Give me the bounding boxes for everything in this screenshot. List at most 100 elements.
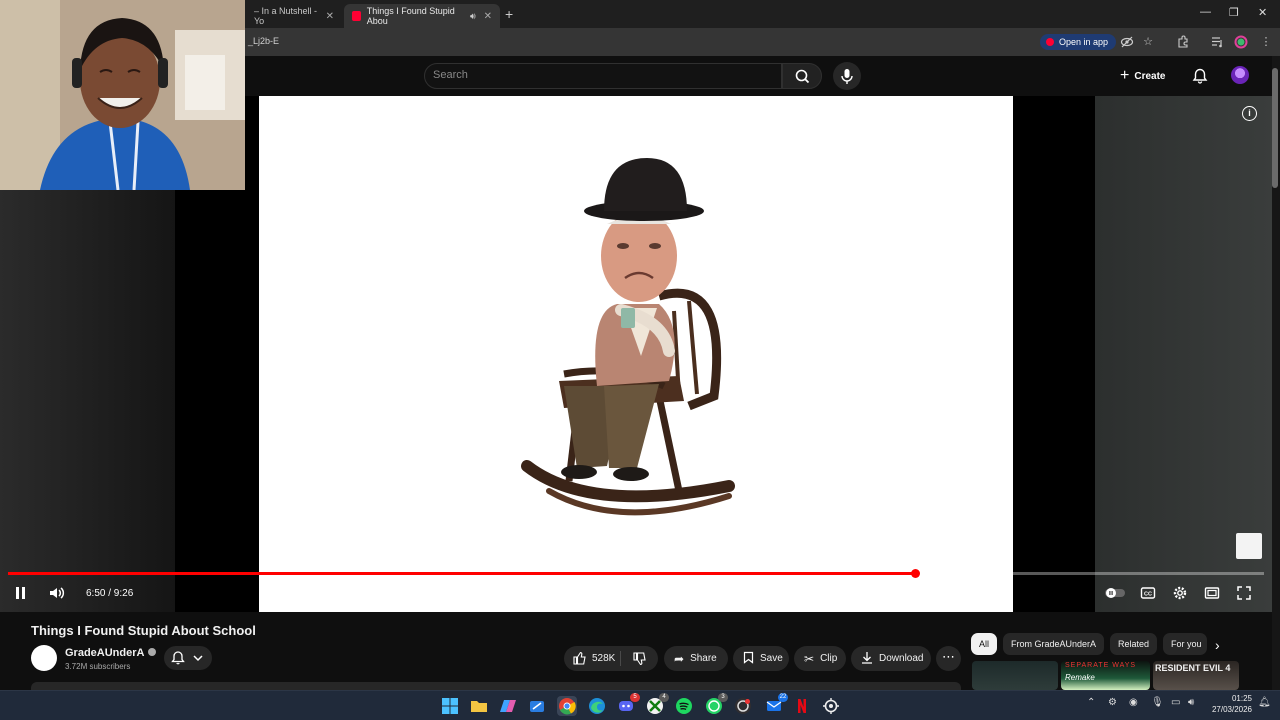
chip-all[interactable]: All [971, 633, 998, 655]
save-button[interactable]: Save [733, 646, 789, 671]
fullscreen-icon [1237, 586, 1251, 600]
like-dislike-group: 528K [564, 646, 658, 671]
chevron-right-icon[interactable]: › [1215, 637, 1220, 653]
progress-bar[interactable] [8, 569, 1264, 578]
theater-mode-button[interactable] [1204, 585, 1220, 601]
page-scrollbar[interactable] [1272, 56, 1280, 690]
browser-menu-icon[interactable]: ⋮ [1259, 35, 1273, 49]
info-icon[interactable]: i [1242, 106, 1257, 121]
chevron-down-icon [193, 655, 203, 662]
volume-button[interactable] [48, 585, 66, 601]
dislike-button[interactable] [632, 651, 647, 671]
tray-app-icon[interactable]: ⚙ [1108, 697, 1117, 708]
create-button[interactable]: + Create [1120, 64, 1165, 88]
related-thumbnail[interactable]: RESIDENT EVIL 4 [1153, 661, 1239, 690]
search-input[interactable] [433, 69, 763, 81]
chip-for-you[interactable]: For you [1163, 633, 1207, 655]
autoplay-toggle-icon [1105, 588, 1125, 598]
file-explorer-icon[interactable] [469, 696, 489, 716]
chrome-icon[interactable] [557, 696, 577, 716]
download-label: Download [879, 653, 924, 664]
app-icon[interactable] [527, 696, 547, 716]
captions-button[interactable]: CC [1140, 585, 1156, 601]
chip-from-channel[interactable]: From GradeAUnderA [1003, 633, 1105, 655]
close-tab-icon[interactable]: ✕ [484, 11, 492, 22]
subscribed-notifications-button[interactable] [164, 646, 212, 670]
channel-avatar[interactable] [31, 645, 57, 671]
verified-check-icon [148, 648, 157, 656]
minimize-icon[interactable]: — [1200, 6, 1211, 18]
edge-icon[interactable] [587, 696, 607, 716]
related-thumbnail[interactable]: SEPARATE WAYS Remake [1061, 661, 1150, 690]
whatsapp-icon[interactable]: 3 [704, 693, 728, 716]
pause-button[interactable] [14, 585, 28, 601]
autoplay-toggle[interactable] [1104, 585, 1126, 601]
obs-icon[interactable] [733, 696, 753, 716]
chip-related[interactable]: Related [1110, 633, 1158, 655]
svg-text:CC: CC [1144, 592, 1152, 598]
youtube-favicon-icon [352, 11, 361, 21]
progress-scrubber[interactable] [910, 569, 920, 578]
close-window-icon[interactable]: ✕ [1258, 6, 1267, 19]
youtube-logo-icon [1046, 38, 1054, 46]
discord-icon[interactable]: 5 [616, 693, 640, 716]
voice-search-button[interactable] [833, 62, 861, 90]
clip-button[interactable]: ✂ Clip [794, 646, 846, 671]
open-in-app-button[interactable]: Open in app [1040, 34, 1117, 50]
settings-button[interactable] [1172, 585, 1188, 601]
clock[interactable]: 01:25 27/03/2026 [1206, 693, 1252, 715]
fullscreen-button[interactable] [1236, 585, 1252, 601]
eye-off-icon[interactable] [1120, 35, 1134, 49]
bookmark-star-icon[interactable]: ☆ [1141, 35, 1155, 49]
subscriber-count: 3.72M subscribers [65, 662, 131, 671]
new-tab-button[interactable]: + [505, 6, 513, 22]
channel-name[interactable]: GradeAUnderA [65, 647, 144, 659]
more-actions-button[interactable]: ⋯ [936, 646, 961, 671]
channel-name-row[interactable]: GradeAUnderA [65, 647, 157, 659]
notifications-bell-icon[interactable] [1192, 68, 1208, 89]
browser-tab-active[interactable]: Things I Found Stupid Abou 🔊︎ ✕ [344, 4, 500, 28]
captions-icon: CC [1140, 587, 1156, 599]
restore-icon[interactable]: ❐ [1229, 6, 1239, 19]
clock-date: 27/03/2026 [1211, 705, 1252, 714]
bell-icon [171, 651, 185, 665]
more-horizontal-icon: ⋯ [942, 649, 955, 664]
time-display: 6:50 / 9:26 [86, 588, 134, 599]
netflix-icon[interactable] [792, 696, 812, 716]
share-button[interactable]: ➦ Share [664, 646, 728, 671]
tab-title: Things I Found Stupid Abou [366, 6, 455, 26]
extensions-icon[interactable] [1175, 35, 1189, 49]
search-button[interactable] [782, 63, 822, 89]
related-thumbnail[interactable] [972, 661, 1058, 690]
channel-watermark[interactable] [1236, 533, 1262, 559]
copilot-icon[interactable] [498, 696, 518, 716]
mail-icon[interactable]: 22 [764, 693, 788, 716]
theater-icon [1204, 587, 1220, 599]
search-box [424, 63, 782, 89]
app-icon[interactable] [821, 696, 841, 716]
media-controls-icon[interactable] [1210, 35, 1224, 49]
scrollbar-thumb[interactable] [1272, 68, 1278, 188]
notification-center-icon[interactable]: 🔔︎ [1258, 697, 1271, 708]
url-text[interactable]: _Lj2b-E [248, 36, 279, 46]
download-button[interactable]: Download [851, 646, 931, 671]
browser-tab-nutshell[interactable]: – In a Nutshell - Yo ✕ [246, 4, 342, 28]
spotify-icon[interactable] [674, 696, 694, 716]
xbox-icon[interactable]: 4 [645, 693, 669, 716]
close-tab-icon[interactable]: ✕ [326, 11, 334, 22]
account-avatar[interactable] [1231, 66, 1249, 84]
tray-app-icon[interactable]: ◉ [1129, 697, 1138, 708]
profile-avatar-icon[interactable] [1234, 35, 1248, 49]
chevron-up-icon[interactable]: ⌃ [1087, 697, 1095, 708]
clip-label: Clip [820, 653, 838, 664]
windows-start-icon[interactable] [440, 696, 460, 716]
like-button[interactable]: 528K [572, 651, 615, 666]
speaker-icon[interactable]: 🔊︎ [470, 11, 476, 22]
volume-icon[interactable]: 🔊︎ [1188, 697, 1194, 708]
microphone-icon[interactable]: 🎙︎ [1151, 697, 1164, 708]
thumbnail-text: Remake [1065, 673, 1095, 682]
chip-label: From GradeAUnderA [1011, 639, 1097, 649]
bookmark-icon [743, 651, 754, 667]
network-icon[interactable]: ▭ [1171, 697, 1180, 708]
video-frame[interactable] [259, 96, 1013, 612]
